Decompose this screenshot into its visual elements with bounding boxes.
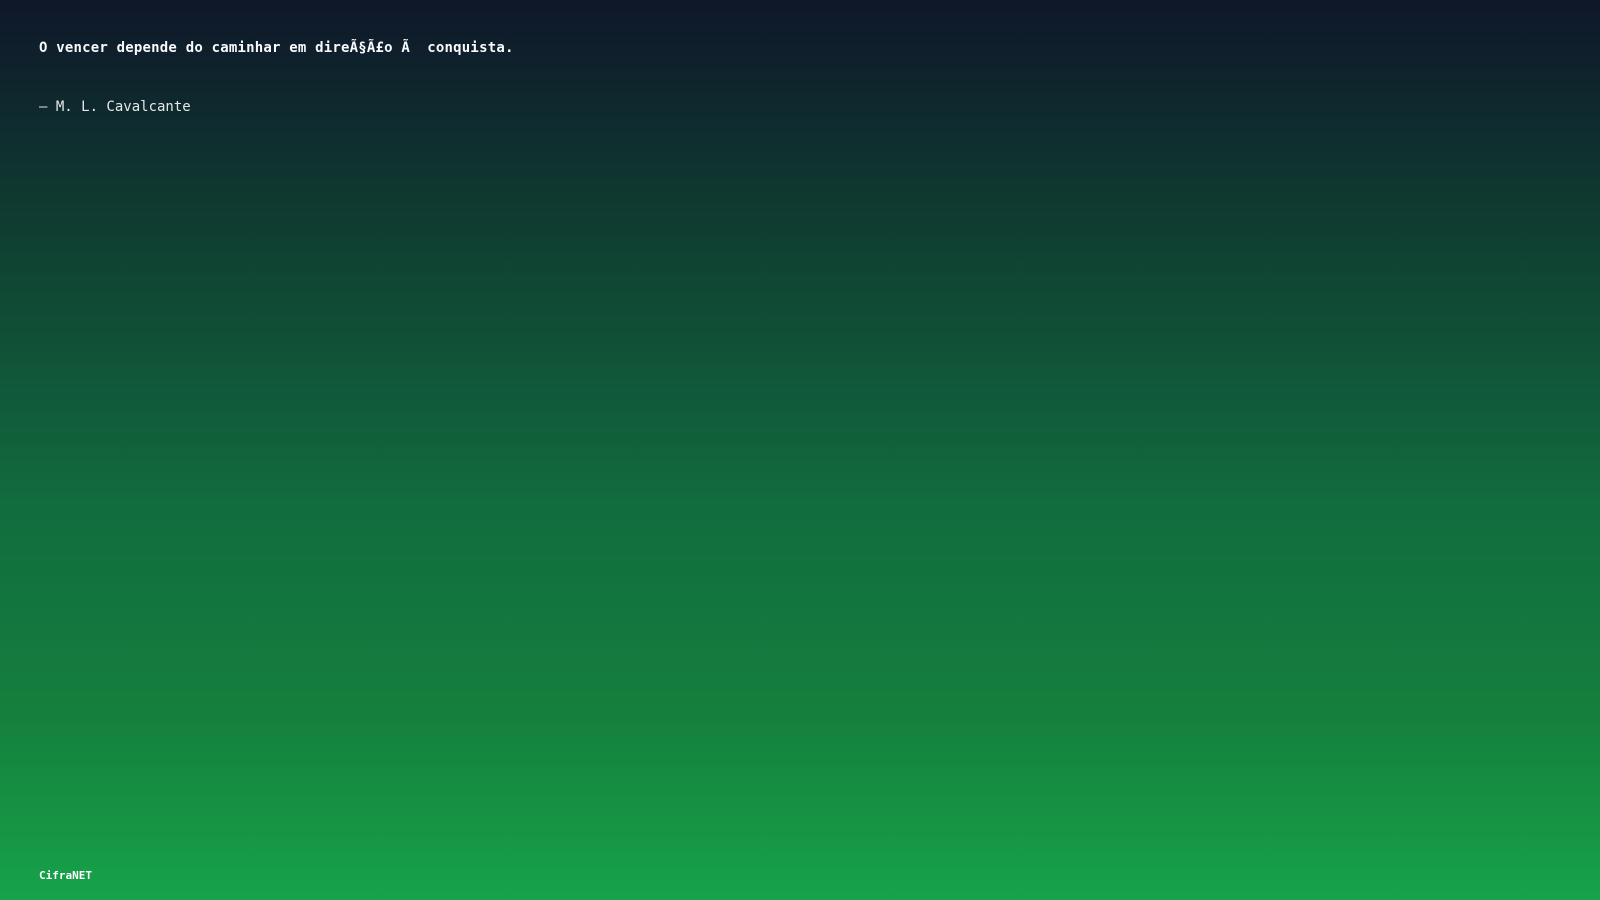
- quote-text: O vencer depende do caminhar em direÃ§Ã£…: [39, 40, 514, 56]
- quote-author: – M. L. Cavalcante: [39, 99, 191, 115]
- brand-label: CifraNET: [39, 869, 92, 882]
- quote-slide: O vencer depende do caminhar em direÃ§Ã£…: [0, 0, 1600, 900]
